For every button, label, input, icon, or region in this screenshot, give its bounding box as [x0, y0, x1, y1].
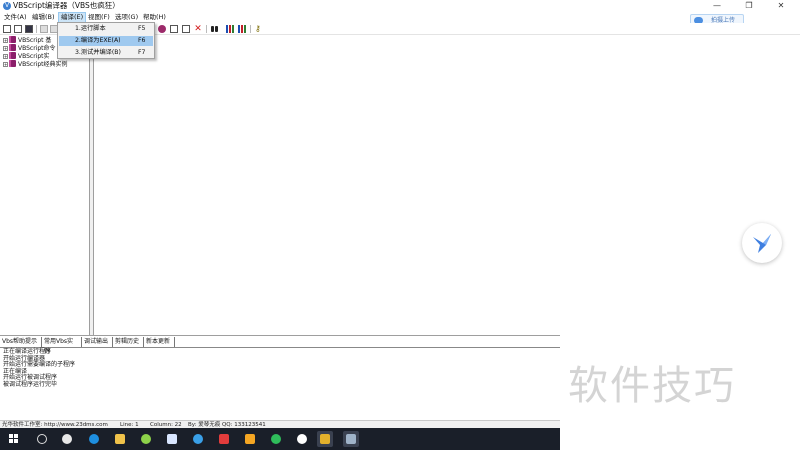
- save-icon[interactable]: [25, 25, 33, 33]
- key-icon[interactable]: ⚷: [255, 25, 263, 33]
- tab-vbs-examples[interactable]: 常用Vbs实例: [42, 337, 82, 355]
- tree-item-label: VBScript经典实例: [18, 61, 68, 68]
- menu-edit[interactable]: 编辑(B): [30, 12, 57, 23]
- book-icon: [9, 36, 16, 43]
- edit-document-icon[interactable]: [182, 25, 190, 33]
- output-log: 正在编译运行程序 开始运行编译器 开始运行需要编译的子程序 正在编译 开始运行被…: [3, 348, 303, 388]
- tab-debug-output[interactable]: 调试输出: [82, 337, 113, 347]
- compile-icon[interactable]: [158, 25, 166, 33]
- menu-file[interactable]: 文件(A): [2, 12, 29, 23]
- watermark: 软件技巧: [568, 363, 736, 409]
- tree-item-label: VBScript 基: [18, 37, 52, 44]
- tab-underline: [0, 347, 560, 348]
- bottom-panel: Vbs帮助提示 常用Vbs实例 调试输出 剪辑历史 新本更新 正在编译运行程序 …: [0, 335, 560, 420]
- expand-icon[interactable]: +: [3, 54, 8, 59]
- book-icon: [9, 52, 16, 59]
- maximize-button[interactable]: ❐: [734, 0, 764, 12]
- cloud-app-icon[interactable]: [294, 431, 310, 447]
- find-icon[interactable]: [211, 25, 219, 33]
- tab-clip-history[interactable]: 剪辑历史: [113, 337, 144, 347]
- book-icon: [9, 44, 16, 51]
- edge-browser-icon[interactable]: [86, 431, 102, 447]
- menu-item-label: 1.运行脚本: [75, 25, 106, 32]
- output-line: 被调试程序运行完毕: [3, 380, 58, 388]
- menu-item-shortcut: F5: [138, 25, 146, 32]
- bird-app-icon[interactable]: [164, 431, 180, 447]
- toolbar-separator: [206, 25, 207, 33]
- start-button[interactable]: [6, 431, 22, 447]
- cut-icon[interactable]: [40, 25, 48, 33]
- window-taskbar-icon[interactable]: [343, 431, 359, 447]
- new-file-icon[interactable]: [3, 25, 11, 33]
- status-bar: 光华软件工作室: http://www.23dms.com Line: 1 Co…: [0, 420, 560, 428]
- title-bar: V VBScript编译器（VBS也疯狂） — ❐ ✕: [0, 0, 800, 12]
- red-app-icon[interactable]: [216, 431, 232, 447]
- bird-icon: [753, 234, 771, 253]
- document-icon[interactable]: [170, 25, 178, 33]
- menu-item-run-script[interactable]: 1.运行脚本 F5: [59, 24, 153, 34]
- orange-app-icon[interactable]: [242, 431, 258, 447]
- browser-app-icon[interactable]: [190, 431, 206, 447]
- open-folder-icon[interactable]: [14, 25, 22, 33]
- tree-item-label: VBScript命令: [18, 45, 56, 52]
- app-window: V VBScript编译器（VBS也疯狂） — ❐ ✕ 文件(A) 编辑(B) …: [0, 0, 800, 450]
- menu-item-test-compile[interactable]: 3.测试并编译(B) F7: [59, 48, 153, 58]
- expand-icon[interactable]: +: [3, 38, 8, 43]
- script-tree: + VBScript 基 + VBScript命令 + VBScript实 + VBSc…: [0, 35, 90, 335]
- expand-icon[interactable]: +: [3, 46, 8, 51]
- minimize-button[interactable]: —: [702, 0, 732, 12]
- tree-item-label: VBScript实: [18, 53, 50, 60]
- tree-item[interactable]: + VBScript经典实例: [3, 60, 68, 69]
- vbs-compiler-taskbar-icon[interactable]: [317, 431, 333, 447]
- menu-item-label: 2.编译为EXE(A): [75, 37, 121, 44]
- ie-browser-icon[interactable]: [59, 431, 75, 447]
- compile-menu-dropdown: 1.运行脚本 F5 2.编译为EXE(A) F6 3.测试并编译(B) F7: [57, 22, 155, 59]
- reference-icon[interactable]: [238, 25, 246, 33]
- taskbar: [0, 428, 560, 450]
- expand-icon[interactable]: +: [3, 62, 8, 67]
- menu-item-shortcut: F6: [138, 37, 146, 44]
- toolbar-separator: [250, 25, 251, 33]
- close-button[interactable]: ✕: [766, 0, 796, 12]
- toolbar-separator: [36, 25, 37, 33]
- window-title: VBScript编译器（VBS也疯狂）: [13, 1, 120, 10]
- tab-updates[interactable]: 新本更新: [144, 337, 175, 347]
- green-app-icon[interactable]: [268, 431, 284, 447]
- menu-item-shortcut: F7: [138, 49, 146, 56]
- menu-item-label: 3.测试并编译(B): [75, 49, 121, 56]
- tab-vbs-help[interactable]: Vbs帮助提示: [0, 337, 42, 347]
- book-icon: [9, 60, 16, 67]
- file-explorer-icon[interactable]: [112, 431, 128, 447]
- app-icon: V: [3, 2, 11, 10]
- code-editor[interactable]: [94, 35, 800, 335]
- floating-bird-icon[interactable]: [742, 223, 782, 263]
- chat-app-icon[interactable]: [138, 431, 154, 447]
- search-icon[interactable]: [34, 431, 50, 447]
- delete-icon[interactable]: ✕: [194, 25, 202, 34]
- menu-item-compile-exe[interactable]: 2.编译为EXE(A) F6: [59, 36, 153, 46]
- library-icon[interactable]: [226, 25, 234, 33]
